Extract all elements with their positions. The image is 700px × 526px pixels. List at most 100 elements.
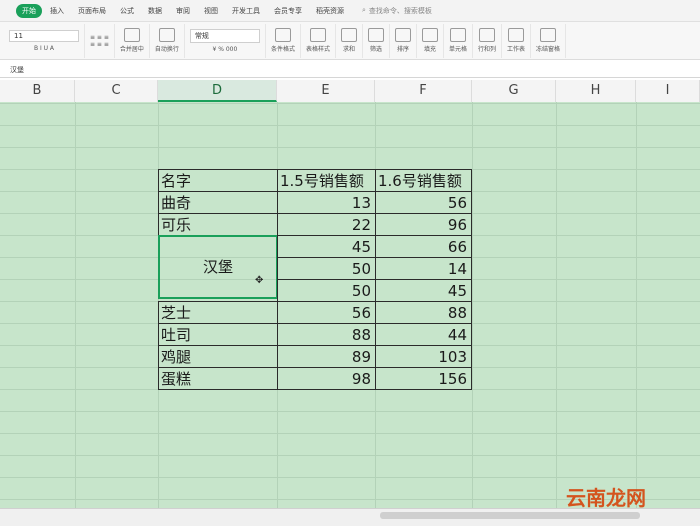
column-header-h[interactable]: H [556, 80, 636, 102]
align-group: ≡ ≡ ≡ ≡ ≡ ≡ [85, 23, 115, 58]
merge-button[interactable]: 合并居中 [115, 23, 150, 58]
formula-bar[interactable]: 汉堡 [0, 62, 700, 78]
wrap-button[interactable]: 自动换行 [150, 23, 185, 58]
conditional-format-icon [274, 28, 291, 42]
tab-insert[interactable]: 插入 [44, 4, 70, 18]
column-header-e[interactable]: E [277, 80, 375, 102]
cell-name[interactable]: 曲奇 [158, 191, 278, 214]
tab-resources[interactable]: 稻壳资源 [310, 4, 350, 18]
number-format-icons[interactable]: ¥ % 000 [213, 46, 238, 53]
cell-day16[interactable]: 44 [375, 323, 472, 346]
ribbon-toolbar: 11 B I U A ≡ ≡ ≡ ≡ ≡ ≡ 合并居中 自动换行 常规 ¥ % … [0, 22, 700, 60]
column-header-d[interactable]: D [158, 80, 277, 102]
merged-cell-selected[interactable]: 汉堡 [158, 235, 278, 299]
cell-day15[interactable]: 45 [277, 235, 376, 258]
grid-column-line [75, 102, 76, 508]
cell-day16[interactable]: 56 [375, 191, 472, 214]
column-header-b[interactable]: B [0, 80, 75, 102]
cell-name[interactable]: 芝士 [158, 301, 278, 324]
watermark-logo: 云南龙网 [566, 486, 646, 510]
cell-name[interactable]: 吐司 [158, 323, 278, 346]
number-format-group: 常规 ¥ % 000 [185, 23, 266, 58]
cell-day15[interactable]: 50 [277, 279, 376, 302]
column-header-f[interactable]: F [375, 80, 472, 102]
cell-day15[interactable]: 98 [277, 367, 376, 390]
cell-button[interactable]: 单元格 [444, 23, 473, 58]
cell-day15[interactable]: 13 [277, 191, 376, 214]
worksheet-grid[interactable]: 名字 1.5号销售额 1.6号销售额 曲奇 13 56 可乐 22 96 汉堡 … [0, 102, 700, 508]
column-headers: B C D E F G H I [0, 80, 700, 103]
cell-day15[interactable]: 89 [277, 345, 376, 368]
cell-day15[interactable]: 88 [277, 323, 376, 346]
grid-row-line [0, 411, 700, 412]
worksheet-icon [508, 28, 524, 42]
tab-view[interactable]: 视图 [198, 4, 224, 18]
cell-icon [449, 28, 466, 42]
font-style-buttons[interactable]: B I U A [34, 45, 54, 52]
column-header-i[interactable]: I [636, 80, 700, 102]
grid-row-line [0, 455, 700, 456]
number-format-select[interactable]: 常规 [189, 28, 260, 43]
fill-button[interactable]: 填充 [417, 23, 444, 58]
align-icons[interactable]: ≡ ≡ ≡ [90, 34, 109, 41]
sum-button[interactable]: 求和 [336, 23, 363, 58]
cell-name[interactable]: 蛋糕 [158, 367, 278, 390]
wrap-icon [158, 28, 175, 42]
font-group: 11 B I U A [4, 23, 85, 58]
tab-member[interactable]: 会员专享 [268, 4, 308, 18]
table-style-icon [309, 28, 326, 42]
column-header-g[interactable]: G [472, 80, 556, 102]
horizontal-scrollbar[interactable] [380, 512, 640, 519]
command-search[interactable]: ⌕ 查找命令、搜索模板 [362, 6, 432, 16]
sort-button[interactable]: 排序 [390, 23, 417, 58]
cell-day16[interactable]: 45 [375, 279, 472, 302]
merge-icon [123, 28, 140, 42]
rowcol-icon [478, 28, 495, 42]
cell-day15[interactable]: 50 [277, 257, 376, 280]
tab-home[interactable]: 开始 [16, 3, 42, 18]
header-day16[interactable]: 1.6号销售额 [375, 169, 472, 192]
grid-row-line [0, 125, 700, 126]
sum-icon [340, 28, 357, 42]
cell-name[interactable]: 鸡腿 [158, 345, 278, 368]
grid-row-line [0, 433, 700, 434]
ribbon-tabs: 开始 插入 页面布局 公式 数据 审阅 视图 开发工具 会员专享 稻壳资源 ⌕ … [0, 0, 700, 22]
tab-review[interactable]: 审阅 [170, 4, 196, 18]
fill-icon [421, 28, 438, 42]
grid-column-line [556, 102, 557, 508]
cell-name[interactable]: 可乐 [158, 213, 278, 236]
grid-row-line [0, 477, 700, 478]
cell-day16[interactable]: 103 [375, 345, 472, 368]
sort-icon [394, 28, 411, 42]
table-style-button[interactable]: 表格样式 [301, 23, 336, 58]
header-name[interactable]: 名字 [158, 169, 278, 192]
search-icon: ⌕ [362, 6, 366, 14]
conditional-format-button[interactable]: 条件格式 [266, 23, 301, 58]
grid-column-line [636, 102, 637, 508]
grid-row-line [0, 103, 700, 104]
font-size-select[interactable]: 11 [9, 29, 79, 42]
cell-day16[interactable]: 88 [375, 301, 472, 324]
tab-developer[interactable]: 开发工具 [226, 4, 266, 18]
cell-day16[interactable]: 14 [375, 257, 472, 280]
cell-day16[interactable]: 96 [375, 213, 472, 236]
tab-formula[interactable]: 公式 [114, 4, 140, 18]
freeze-icon [540, 28, 557, 42]
tab-page-layout[interactable]: 页面布局 [72, 4, 112, 18]
move-cursor-icon: ✥ [255, 275, 264, 286]
grid-row-line [0, 147, 700, 148]
formula-content[interactable]: 汉堡 [0, 65, 24, 75]
tab-data[interactable]: 数据 [142, 4, 168, 18]
cell-day15[interactable]: 22 [277, 213, 376, 236]
align-icons-2[interactable]: ≡ ≡ ≡ [90, 41, 109, 48]
cell-day15[interactable]: 56 [277, 301, 376, 324]
filter-button[interactable]: 筛选 [363, 23, 390, 58]
worksheet-button[interactable]: 工作表 [502, 23, 532, 58]
cell-day16[interactable]: 156 [375, 367, 472, 390]
column-header-c[interactable]: C [75, 80, 158, 102]
header-day15[interactable]: 1.5号销售额 [277, 169, 376, 192]
freeze-button[interactable]: 冻结窗格 [531, 23, 567, 58]
grid-column-line [472, 102, 473, 508]
cell-day16[interactable]: 66 [375, 235, 472, 258]
rowcol-button[interactable]: 行和列 [473, 23, 502, 58]
